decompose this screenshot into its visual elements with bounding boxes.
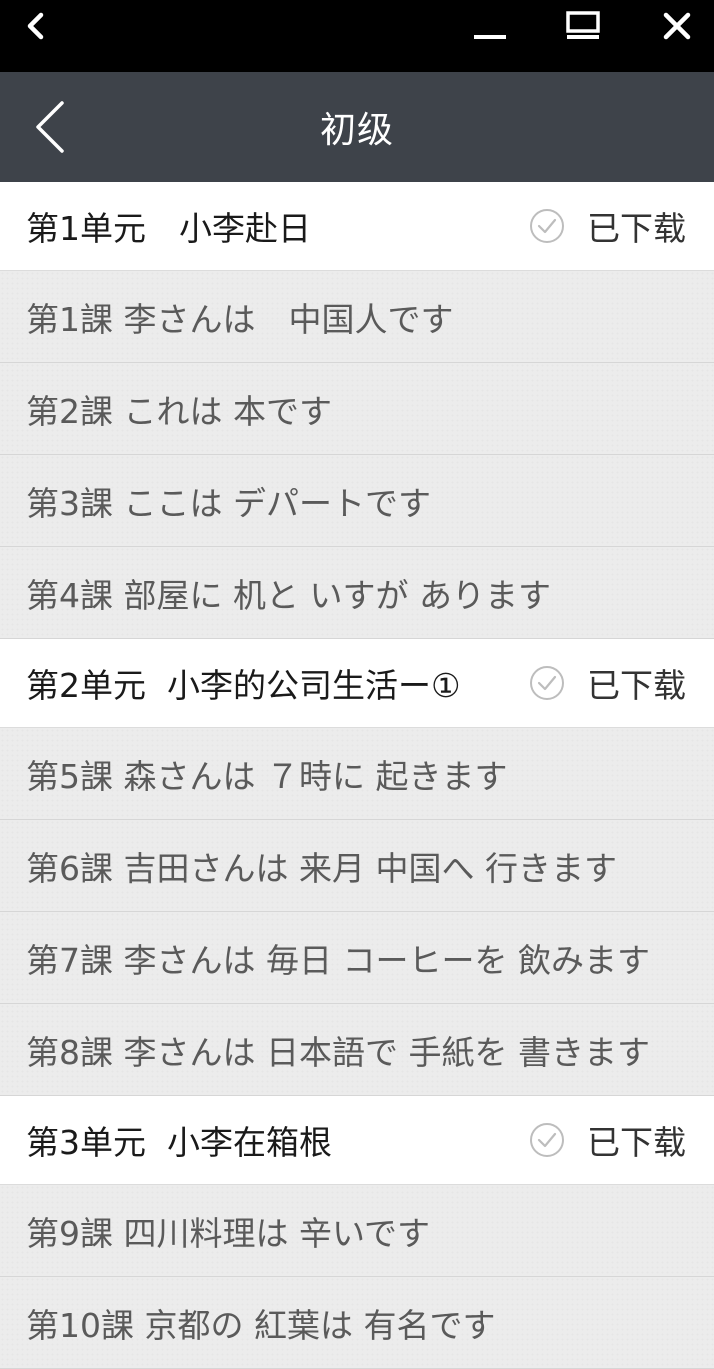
status-label: 已下载 — [587, 666, 686, 705]
lesson-title: 第9課 四川料理は 辛いです — [26, 1213, 430, 1253]
lesson-title: 第3課 ここは デパートです — [26, 483, 431, 523]
chevron-left-icon — [27, 12, 44, 40]
list-item[interactable]: 第2課 これは 本です — [0, 363, 714, 455]
system-back-button[interactable] — [18, 0, 52, 52]
maximize-icon — [566, 11, 600, 39]
list-item[interactable]: 第8課 李さんは 日本語で 手紙を 書きます — [0, 1004, 714, 1096]
lesson-title: 第1課 李さんは 中国人です — [26, 299, 454, 339]
download-status: 已下载 — [529, 1116, 686, 1164]
close-icon — [663, 12, 691, 40]
download-status: 已下载 — [529, 659, 686, 707]
nav-bar: 初级 — [0, 72, 714, 182]
lesson-title: 第4課 部屋に 机と いすが あります — [26, 575, 551, 615]
close-button[interactable] — [654, 0, 700, 52]
list-item[interactable]: 第1課 李さんは 中国人です — [0, 271, 714, 363]
status-label: 已下载 — [587, 209, 686, 248]
back-arrow-icon — [36, 101, 64, 153]
list-item[interactable]: 第10課 京都の 紅葉は 有名です — [0, 1277, 714, 1369]
check-circle-icon — [529, 1122, 565, 1158]
maximize-button[interactable] — [560, 0, 606, 52]
list-item[interactable]: 第9課 四川料理は 辛いです — [0, 1185, 714, 1277]
lesson-title: 第10課 京都の 紅葉は 有名です — [26, 1305, 496, 1345]
unit-header[interactable]: 第1单元 小李赴日 已下载 — [0, 182, 714, 271]
lesson-title: 第2課 これは 本です — [26, 391, 332, 431]
lesson-list: 第1单元 小李赴日 已下载 第1課 李さんは 中国人です 第2課 これは 本です… — [0, 182, 714, 1369]
unit-title: 第3单元 小李在箱根 — [26, 1123, 332, 1162]
list-item[interactable]: 第6課 吉田さんは 来月 中国へ 行きます — [0, 820, 714, 912]
lesson-title: 第8課 李さんは 日本語で 手紙を 書きます — [26, 1032, 650, 1072]
unit-header[interactable]: 第3单元 小李在箱根 已下载 — [0, 1096, 714, 1185]
minimize-button[interactable] — [468, 0, 512, 52]
lesson-title: 第6課 吉田さんは 来月 中国へ 行きます — [26, 848, 617, 888]
minimize-icon — [474, 35, 506, 39]
page-title: 初级 — [319, 110, 394, 151]
list-item[interactable]: 第4課 部屋に 机と いすが あります — [0, 547, 714, 639]
unit-title: 第1单元 小李赴日 — [26, 209, 311, 248]
check-circle-icon — [529, 208, 565, 244]
list-item[interactable]: 第3課 ここは デパートです — [0, 455, 714, 547]
list-item[interactable]: 第7課 李さんは 毎日 コーヒーを 飲みます — [0, 912, 714, 1004]
check-circle-icon — [529, 665, 565, 701]
lesson-title: 第5課 森さんは ７時に 起きます — [26, 756, 508, 796]
nav-back-button[interactable] — [24, 99, 74, 155]
status-label: 已下载 — [587, 1123, 686, 1162]
unit-title: 第2单元 小李的公司生活ー① — [26, 666, 461, 705]
download-status: 已下载 — [529, 202, 686, 250]
unit-header[interactable]: 第2单元 小李的公司生活ー① 已下载 — [0, 639, 714, 728]
system-bar — [0, 0, 714, 72]
list-item[interactable]: 第5課 森さんは ７時に 起きます — [0, 728, 714, 820]
lesson-title: 第7課 李さんは 毎日 コーヒーを 飲みます — [26, 940, 650, 980]
